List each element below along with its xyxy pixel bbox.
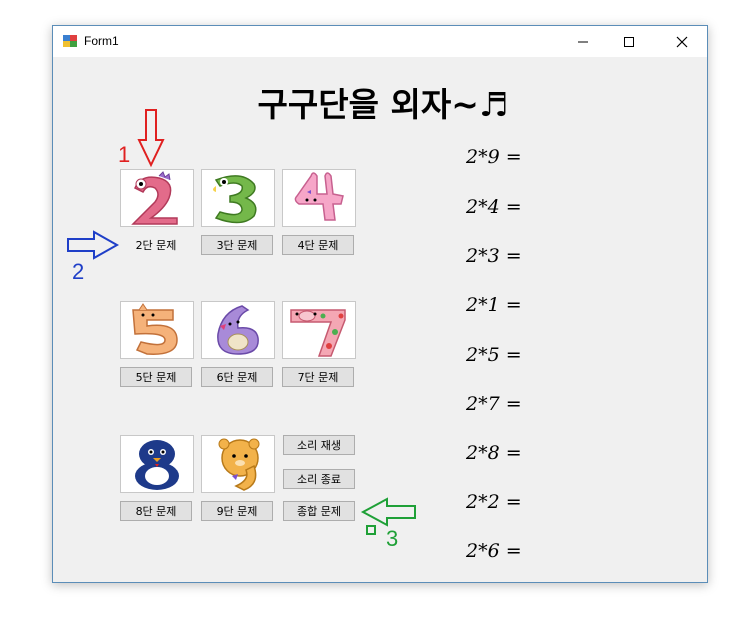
window-title: Form1 bbox=[84, 34, 119, 48]
sound-play-button[interactable]: 소리 재생 bbox=[283, 435, 355, 455]
problem-label: 2*5 = bbox=[466, 344, 522, 366]
problem-label: 2*4 = bbox=[466, 196, 522, 218]
pink-dinosaur-2-icon bbox=[120, 169, 194, 227]
problem-label: 2*7 = bbox=[466, 393, 522, 415]
problem-label: 2*1 = bbox=[466, 294, 522, 316]
page-heading: 구구단을 외자~♬ bbox=[257, 85, 509, 124]
dan-5-button[interactable]: 5단 문제 bbox=[120, 367, 192, 387]
minimize-icon bbox=[578, 41, 588, 42]
green-dinosaur-3-icon bbox=[201, 169, 275, 227]
form-window: Form1 구구단을 외자~♬ 2단 문제 3단 문제 4단 문제 5단 문제 … bbox=[52, 25, 708, 583]
app-icon bbox=[63, 35, 77, 47]
dan-9-button[interactable]: 9단 문제 bbox=[201, 501, 273, 521]
problem-label: 2*6 = bbox=[466, 540, 522, 562]
yellow-bear-9-icon bbox=[201, 435, 275, 493]
pink-rabbit-4-icon bbox=[282, 169, 356, 227]
minimize-button[interactable] bbox=[560, 26, 606, 57]
polka-dot-pig-7-icon bbox=[282, 301, 356, 359]
blue-penguin-8-icon bbox=[120, 435, 194, 493]
maximize-button[interactable] bbox=[606, 26, 652, 57]
close-icon bbox=[676, 36, 688, 47]
orange-cat-5-icon bbox=[120, 301, 194, 359]
annotation-3: 3 bbox=[386, 526, 399, 551]
title-bar: Form1 bbox=[53, 26, 707, 57]
comprehensive-problem-button[interactable]: 종합 문제 bbox=[283, 501, 355, 521]
problem-label: 2*9 = bbox=[466, 146, 522, 168]
maximize-icon bbox=[624, 36, 634, 47]
dan-7-button[interactable]: 7단 문제 bbox=[282, 367, 354, 387]
problem-label: 2*8 = bbox=[466, 442, 522, 464]
purple-seal-6-icon bbox=[201, 301, 275, 359]
dan-8-button[interactable]: 8단 문제 bbox=[120, 501, 192, 521]
dan-2-button[interactable]: 2단 문제 bbox=[120, 235, 192, 255]
dan-6-button[interactable]: 6단 문제 bbox=[201, 367, 273, 387]
close-button[interactable] bbox=[659, 26, 705, 57]
dan-4-button[interactable]: 4단 문제 bbox=[282, 235, 354, 255]
problem-label: 2*3 = bbox=[466, 245, 522, 267]
problem-label: 2*2 = bbox=[466, 491, 522, 513]
dan-3-button[interactable]: 3단 문제 bbox=[201, 235, 273, 255]
sound-stop-button[interactable]: 소리 종료 bbox=[283, 469, 355, 489]
annotation-1: 1 bbox=[118, 142, 131, 167]
annotation-2: 2 bbox=[72, 259, 85, 284]
